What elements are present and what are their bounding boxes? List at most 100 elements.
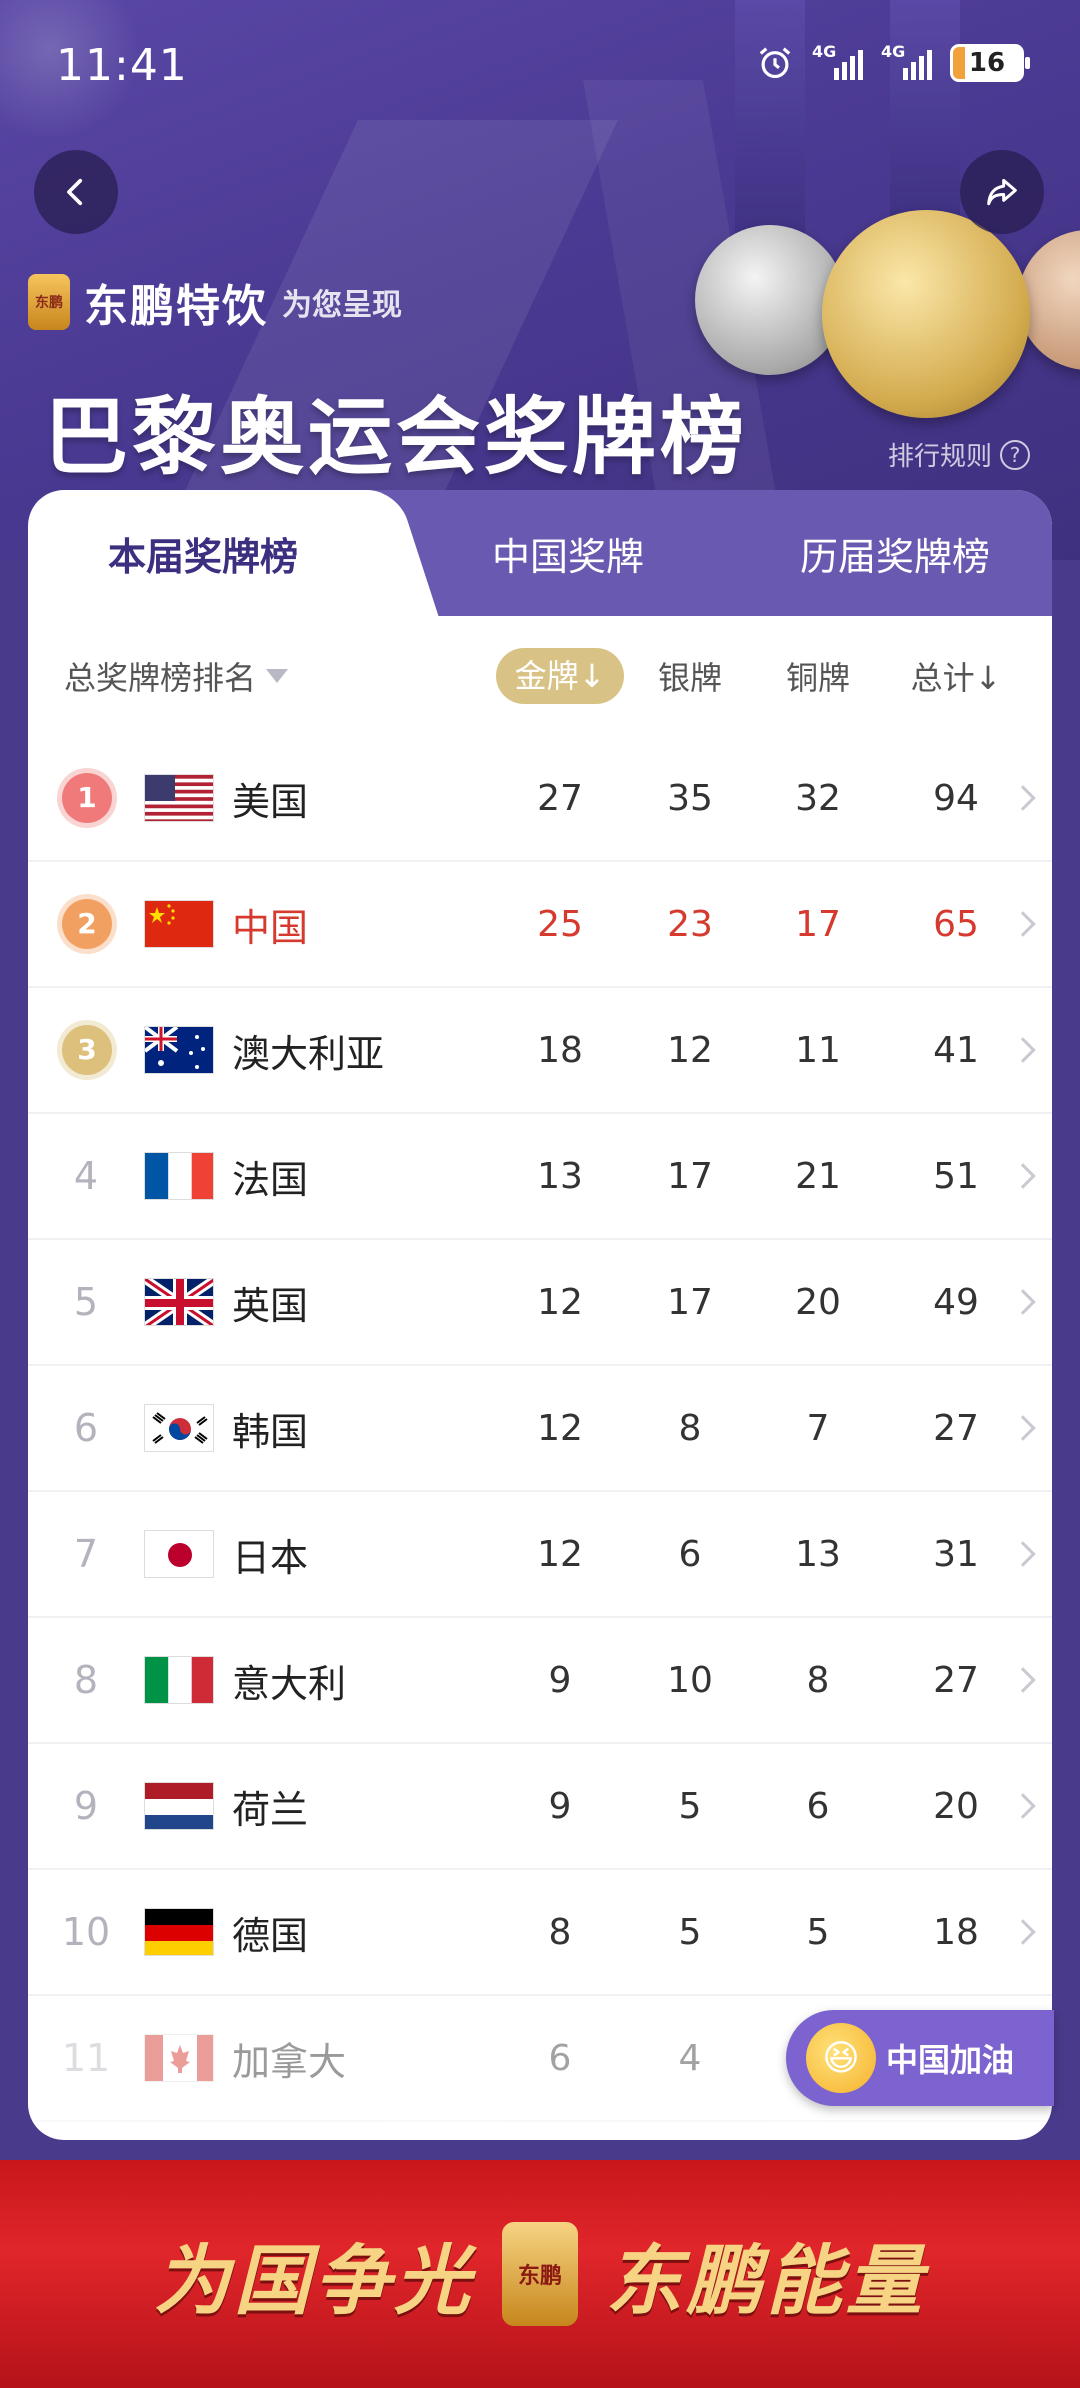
tab-china-medals[interactable]: 中国奖牌 [398,490,738,616]
table-row[interactable]: 6 韩国 12 8 7 27 [28,1366,1052,1492]
cheer-label: 中国加油 [886,2041,1015,2079]
battery-icon: 16 [950,44,1030,82]
bronze-count: 7 [806,1407,830,1449]
country-name: 中国 [232,905,309,950]
signal-icon: 4G [881,42,932,80]
country-flag-icon [144,1530,214,1578]
rank-type-label: 总奖牌榜排名 [64,659,257,697]
bronze-count: 21 [795,1155,841,1197]
sort-gold-button[interactable]: 金牌↓ [496,648,624,704]
country-name: 日本 [232,1535,309,1580]
banner-brand-logo: 东鹏 [502,2222,578,2326]
rank-number: 9 [73,1784,99,1828]
tab-history-medals[interactable]: 历届奖牌榜 [738,490,1052,616]
country-name: 荷兰 [232,1787,309,1832]
country-name: 澳大利亚 [232,1031,385,1076]
country-flag-icon [144,1656,214,1704]
chevron-left-icon [67,178,83,206]
table-row[interactable]: 2 中国 25 23 17 65 [28,862,1052,988]
silver-count: 4 [678,2037,702,2079]
table-row[interactable]: 5 英国 12 17 20 49 [28,1240,1052,1366]
country-flag-icon [144,1782,214,1830]
status-time: 11:41 [56,40,188,91]
silver-count: 5 [678,1785,702,1827]
question-icon: ? [1000,439,1030,470]
col-bronze[interactable]: 铜牌 [758,653,878,699]
rank-badge: 3 [62,1025,112,1075]
cheering-emoji-icon: 😆 [806,2023,876,2093]
country-flag-icon [144,1278,214,1326]
silver-count: 17 [667,1155,713,1197]
country-flag-icon [144,2034,214,2082]
gold-count: 9 [548,1659,572,1701]
total-count: 18 [933,1911,979,1953]
banner-slogan-left: 为国争光 [154,2236,474,2325]
country-name: 意大利 [232,1661,347,1706]
country-flag-icon [144,774,214,822]
silver-count: 23 [667,903,713,945]
gold-count: 18 [537,1029,583,1071]
status-icons: 4G 4G 16 [756,42,1030,82]
country-name: 英国 [232,1283,309,1328]
gold-count: 6 [548,2037,572,2079]
silver-count: 10 [667,1659,713,1701]
table-row[interactable]: 9 荷兰 9 5 6 20 [28,1744,1052,1870]
total-count: 31 [933,1533,979,1575]
total-count: 27 [933,1659,979,1701]
table-row[interactable]: 1 美国 27 35 32 94 [28,736,1052,862]
gold-count: 25 [537,903,583,945]
page-title: 巴黎奥运会奖牌榜 [44,388,749,486]
table-row[interactable]: 8 意大利 9 10 8 27 [28,1618,1052,1744]
tab-bar: 本届奖牌榜 中国奖牌 历届奖牌榜 [28,490,1052,616]
rank-type-dropdown[interactable]: 总奖牌榜排名 [64,653,289,699]
gold-count: 27 [537,777,583,819]
total-count: 41 [933,1029,979,1071]
brand-subtitle: 为您呈现 [282,288,402,323]
share-button[interactable] [960,150,1044,234]
country-flag-icon [144,900,214,948]
total-count: 20 [933,1785,979,1827]
back-button[interactable] [34,150,118,234]
gold-medal-image [822,210,1030,418]
table-row[interactable]: 10 德国 8 5 5 18 [28,1870,1052,1996]
table-row[interactable]: 3 澳大利亚 18 12 11 41 [28,988,1052,1114]
table-header: 总奖牌榜排名 金牌↓ 银牌 铜牌 总计↓ [28,616,1052,736]
alarm-icon [759,47,791,79]
ranking-rules-link[interactable]: 排行规则 ? [888,436,1030,473]
sponsor-banner[interactable]: 为国争光 东鹏 东鹏能量 [0,2160,1080,2388]
country-name: 韩国 [232,1409,309,1454]
country-flag-icon [144,1152,214,1200]
country-name: 德国 [232,1913,309,1958]
brand-name: 东鹏特饮 [84,281,268,332]
silver-count: 5 [678,1911,702,1953]
gold-count: 8 [548,1911,572,1953]
medal-table-card: 本届奖牌榜 中国奖牌 历届奖牌榜 总奖牌榜排名 金牌↓ 银牌 铜牌 总计↓ 1 美… [28,490,1052,2140]
table-row[interactable]: 7 日本 12 6 13 31 [28,1492,1052,1618]
country-name: 法国 [232,1157,309,1202]
rank-badge: 2 [62,899,112,949]
country-flag-icon [144,1908,214,1956]
bronze-count: 6 [806,1785,830,1827]
gold-count: 13 [537,1155,583,1197]
total-count: 65 [933,903,979,945]
sort-total-button[interactable]: 总计↓ [896,653,1016,699]
col-silver[interactable]: 银牌 [630,653,750,699]
tab-current-medals[interactable]: 本届奖牌榜 [28,490,378,616]
signal-icon: 4G [812,42,863,80]
banner-slogan-right: 东鹏能量 [606,2236,926,2325]
rules-label: 排行规则 [887,442,992,472]
rank-number: 8 [73,1658,99,1702]
silver-count: 6 [678,1533,702,1575]
country-name: 加拿大 [232,2039,347,2084]
gold-count: 12 [537,1407,583,1449]
rank-number: 10 [61,1910,111,1954]
silver-count: 8 [678,1407,702,1449]
bronze-count: 5 [806,1911,830,1953]
rank-number: 4 [73,1154,99,1198]
share-icon [987,178,1017,206]
cheer-china-button[interactable]: 😆 中国加油 [786,2010,1054,2106]
table-row[interactable]: 4 法国 13 17 21 51 [28,1114,1052,1240]
gold-count: 12 [537,1281,583,1323]
total-count: 51 [933,1155,979,1197]
status-bar: 11:41 4G 4G 16 [0,0,1080,130]
